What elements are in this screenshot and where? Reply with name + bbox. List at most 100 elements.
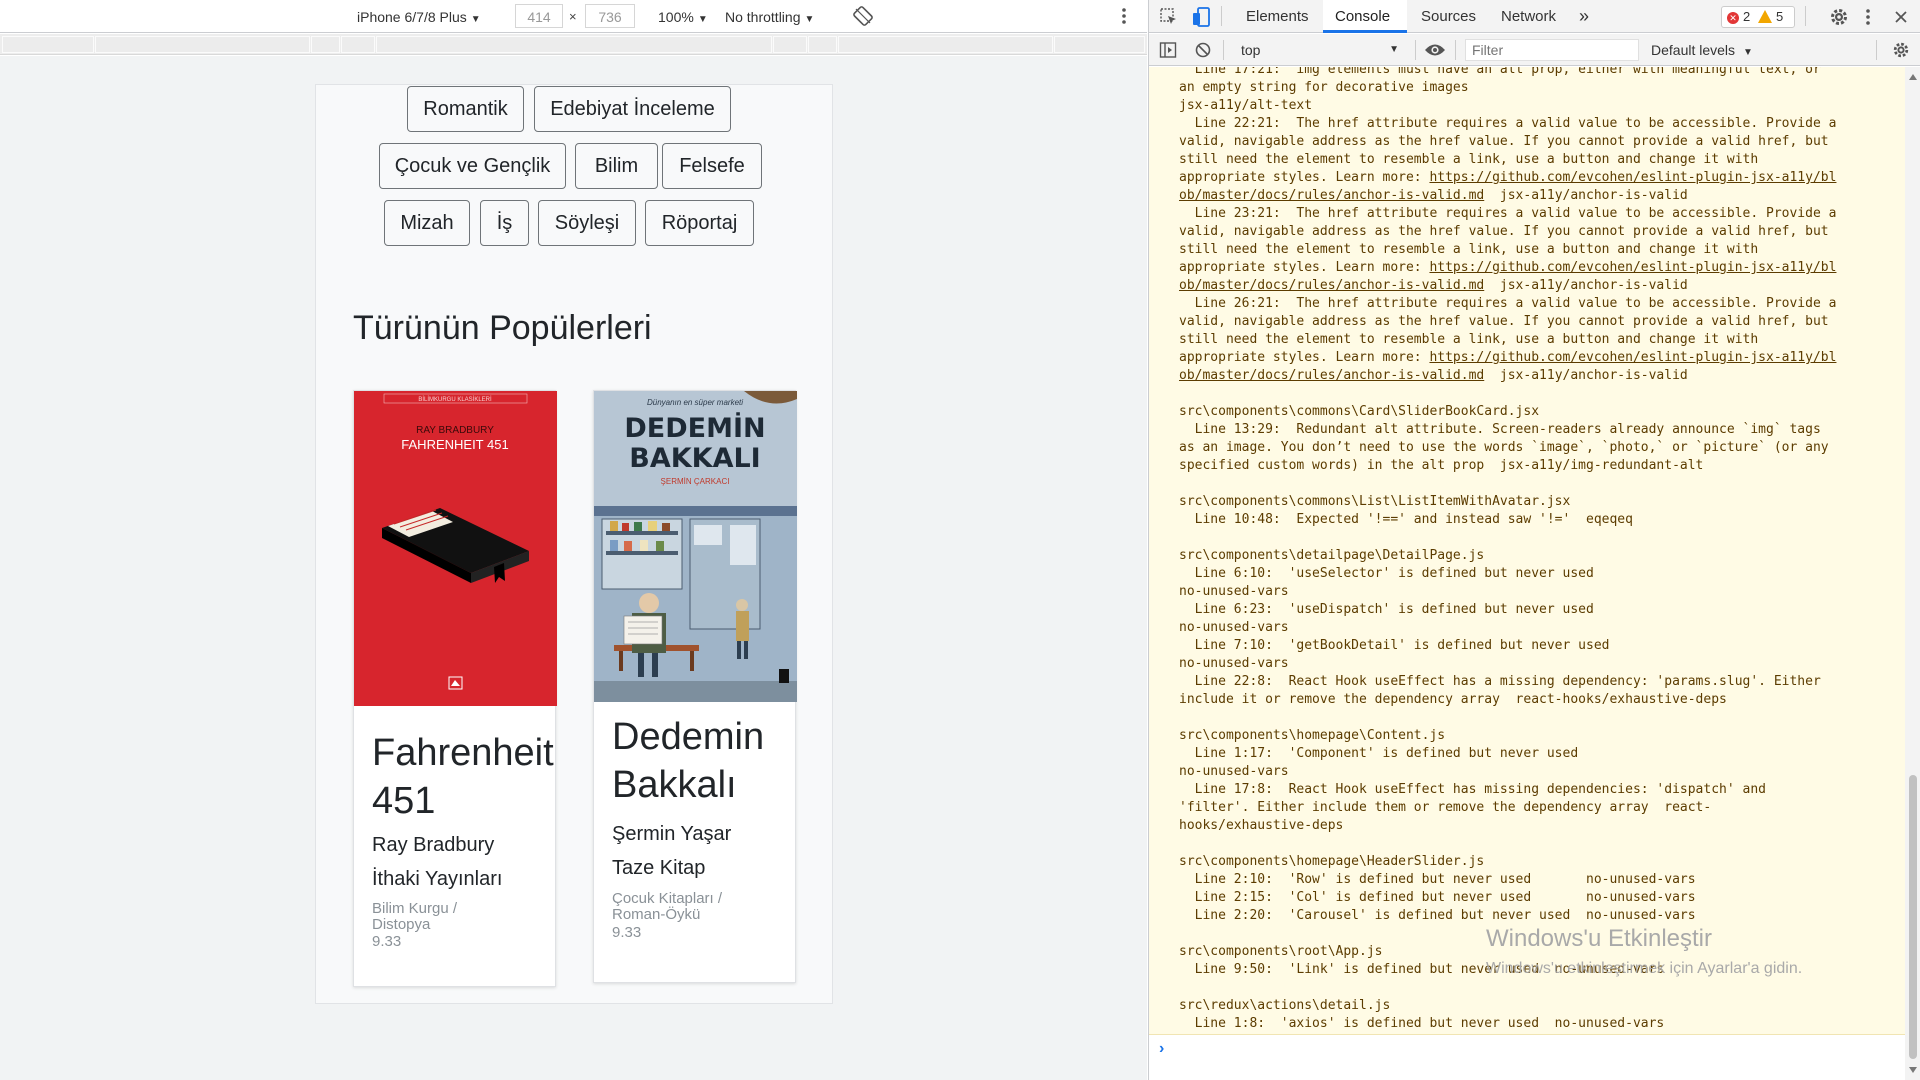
media-query-bar[interactable] — [0, 34, 1147, 55]
media-query-segment[interactable] — [1054, 36, 1145, 53]
cover-title-line-1: DEDEMİN — [624, 412, 765, 444]
settings-gear-icon[interactable] — [1829, 7, 1849, 27]
tag-button-is[interactable]: İş — [480, 200, 529, 246]
zoom-value: 100% — [658, 9, 694, 25]
clear-console-icon[interactable] — [1194, 41, 1212, 59]
console-link[interactable]: https://github.com/evcohen/eslint-plugin… — [1429, 350, 1836, 365]
console-output[interactable]: Line 17:21: img elements must have an al… — [1149, 67, 1905, 1035]
book-card[interactable]: BİLİMKURGU KLASİKLERİ RAY BRADBURY FAHRE… — [353, 390, 557, 987]
media-query-segment[interactable] — [2, 36, 94, 53]
close-icon[interactable] — [1893, 9, 1909, 25]
book-card[interactable]: Dünyanın en süper marketi DEDEMİN BAKKAL… — [593, 390, 797, 983]
device-select[interactable]: iPhone 6/7/8 Plus ▼ — [357, 7, 481, 27]
scrollbar-thumb[interactable] — [1909, 775, 1917, 1059]
book-cover-fahrenheit[interactable]: BİLİMKURGU KLASİKLERİ RAY BRADBURY FAHRE… — [354, 391, 557, 706]
inspect-element-icon[interactable] — [1159, 7, 1179, 27]
error-icon: ✕ — [1727, 12, 1739, 24]
book-title[interactable]: Dedemin Bakkalı — [612, 713, 792, 809]
console-line: still need the element to resemble a lin… — [1179, 152, 1759, 167]
dimension-separator: × — [569, 9, 577, 24]
console-line: jsx-a11y/alt-text — [1179, 98, 1313, 113]
windows-activation-watermark: Windows'u Etkinleştir — [1486, 925, 1712, 952]
tab-elements[interactable]: Elements — [1235, 0, 1321, 33]
media-query-segment[interactable] — [311, 36, 340, 53]
live-expression-eye-icon[interactable] — [1424, 42, 1446, 58]
media-query-segment[interactable] — [95, 36, 310, 53]
issues-counter[interactable]: ✕ 2 5 — [1721, 6, 1795, 28]
toolbar-divider — [1223, 40, 1224, 60]
section-title: Türünün Popülerleri — [353, 309, 652, 347]
console-line: include it or remove the dependency arra… — [1179, 692, 1727, 707]
width-field[interactable]: 414 — [515, 4, 563, 28]
tag-button-felsefe[interactable]: Felsefe — [662, 143, 762, 189]
sidebar-toggle-icon[interactable] — [1159, 41, 1177, 59]
throttling-select[interactable]: No throttling ▼ — [725, 7, 814, 27]
cover-series-text: BİLİMKURGU KLASİKLERİ — [418, 396, 492, 403]
cover-title-line-2: BAKKALI — [629, 443, 760, 474]
tag-button-edebiyat-inceleme[interactable]: Edebiyat İnceleme — [534, 86, 731, 132]
context-select[interactable]: top ▼ — [1235, 39, 1405, 61]
tag-button-bilim[interactable]: Bilim — [575, 143, 658, 189]
console-line: Line 2:15: 'Col' is defined but never us… — [1179, 890, 1696, 905]
book-score: 9.33 — [612, 924, 642, 941]
console-prompt[interactable]: › — [1149, 1036, 1905, 1080]
console-line: Line 22:21: The href attribute requires … — [1179, 116, 1837, 131]
device-emulation-pane: iPhone 6/7/8 Plus ▼ 414 × 736 100% ▼ No th… — [0, 0, 1147, 1080]
more-options-icon[interactable] — [1118, 5, 1130, 27]
tag-button-cocuk-ve-genclik[interactable]: Çocuk ve Gençlik — [379, 143, 566, 189]
media-query-segment[interactable] — [376, 36, 772, 53]
console-line: no-unused-vars — [1179, 584, 1289, 599]
log-levels-select[interactable]: Default levels ▼ — [1651, 39, 1753, 61]
console-line: Line 7:10: 'getBookDetail' is defined bu… — [1179, 638, 1610, 653]
console-scrollbar[interactable] — [1905, 67, 1920, 1080]
console-line: appropriate styles. Learn more: https://… — [1179, 350, 1837, 365]
console-link[interactable]: ob/master/docs/rules/anchor-is-valid.md — [1179, 188, 1484, 203]
chevron-down-icon: ▼ — [470, 14, 481, 25]
tag-button-roportaj[interactable]: Röportaj — [645, 200, 754, 246]
console-line: Line 1:8: 'axios' is defined but never u… — [1179, 1016, 1665, 1031]
console-link[interactable]: https://github.com/evcohen/eslint-plugin… — [1429, 260, 1836, 275]
console-filter-input[interactable] — [1465, 39, 1639, 61]
console-link[interactable]: https://github.com/evcohen/eslint-plugin… — [1429, 170, 1836, 185]
more-tabs-icon[interactable]: » — [1579, 0, 1599, 33]
tag-button-romantik[interactable]: Romantik — [407, 86, 524, 132]
tag-button-soylesi[interactable]: Söyleşi — [538, 200, 636, 246]
tab-sources[interactable]: Sources — [1409, 0, 1487, 33]
console-message-text: Line 17:21: img elements must have an al… — [1179, 67, 1836, 1033]
media-query-segment[interactable] — [341, 36, 375, 53]
devtools-menu-icon[interactable] — [1862, 6, 1874, 28]
console-line: src\components\commons\List\ListItemWith… — [1179, 494, 1571, 509]
console-line: Line 13:29: Redundant alt attribute. Scr… — [1179, 422, 1821, 437]
scroll-down-arrow-icon[interactable] — [1909, 1067, 1917, 1073]
toolbar-divider — [1415, 40, 1416, 60]
media-query-segment[interactable] — [808, 36, 837, 53]
height-field[interactable]: 736 — [585, 4, 635, 28]
scroll-up-arrow-icon[interactable] — [1909, 74, 1917, 80]
book-cover-dedemin-bakkali[interactable]: Dünyanın en süper marketi DEDEMİN BAKKAL… — [594, 391, 797, 702]
tab-network[interactable]: Network — [1489, 0, 1573, 33]
console-line: Line 6:10: 'useSelector' is defined but … — [1179, 566, 1594, 581]
media-query-segment[interactable] — [773, 36, 807, 53]
console-line: valid, navigable address as the href val… — [1179, 314, 1829, 329]
book-cover-image: BİLİMKURGU KLASİKLERİ RAY BRADBURY FAHRE… — [354, 391, 557, 706]
console-settings-gear-icon[interactable] — [1892, 41, 1910, 59]
console-link[interactable]: ob/master/docs/rules/anchor-is-valid.md — [1179, 368, 1484, 383]
media-query-segment[interactable] — [838, 36, 1053, 53]
console-line: no-unused-vars — [1179, 656, 1289, 671]
device-toggle-icon[interactable] — [1190, 6, 1212, 28]
rotate-icon[interactable] — [853, 6, 873, 26]
console-link[interactable]: ob/master/docs/rules/anchor-is-valid.md — [1179, 278, 1484, 293]
zoom-select[interactable]: 100% ▼ — [658, 7, 708, 27]
book-publisher: İthaki Yayınları — [372, 868, 503, 890]
console-line: src\components\homepage\HeaderSlider.js — [1179, 854, 1485, 869]
chevron-down-icon: ▼ — [1742, 47, 1753, 58]
console-line: Line 17:21: img elements must have an al… — [1179, 67, 1821, 77]
console-line: still need the element to resemble a lin… — [1179, 332, 1759, 347]
toolbar-divider — [1805, 6, 1806, 26]
book-title[interactable]: Fahrenheit 451 — [372, 729, 562, 825]
tab-console[interactable]: Console — [1323, 0, 1407, 33]
context-value: top — [1241, 42, 1261, 58]
console-line: src\components\homepage\Content.js — [1179, 728, 1446, 743]
tag-button-mizah[interactable]: Mizah — [384, 200, 470, 246]
